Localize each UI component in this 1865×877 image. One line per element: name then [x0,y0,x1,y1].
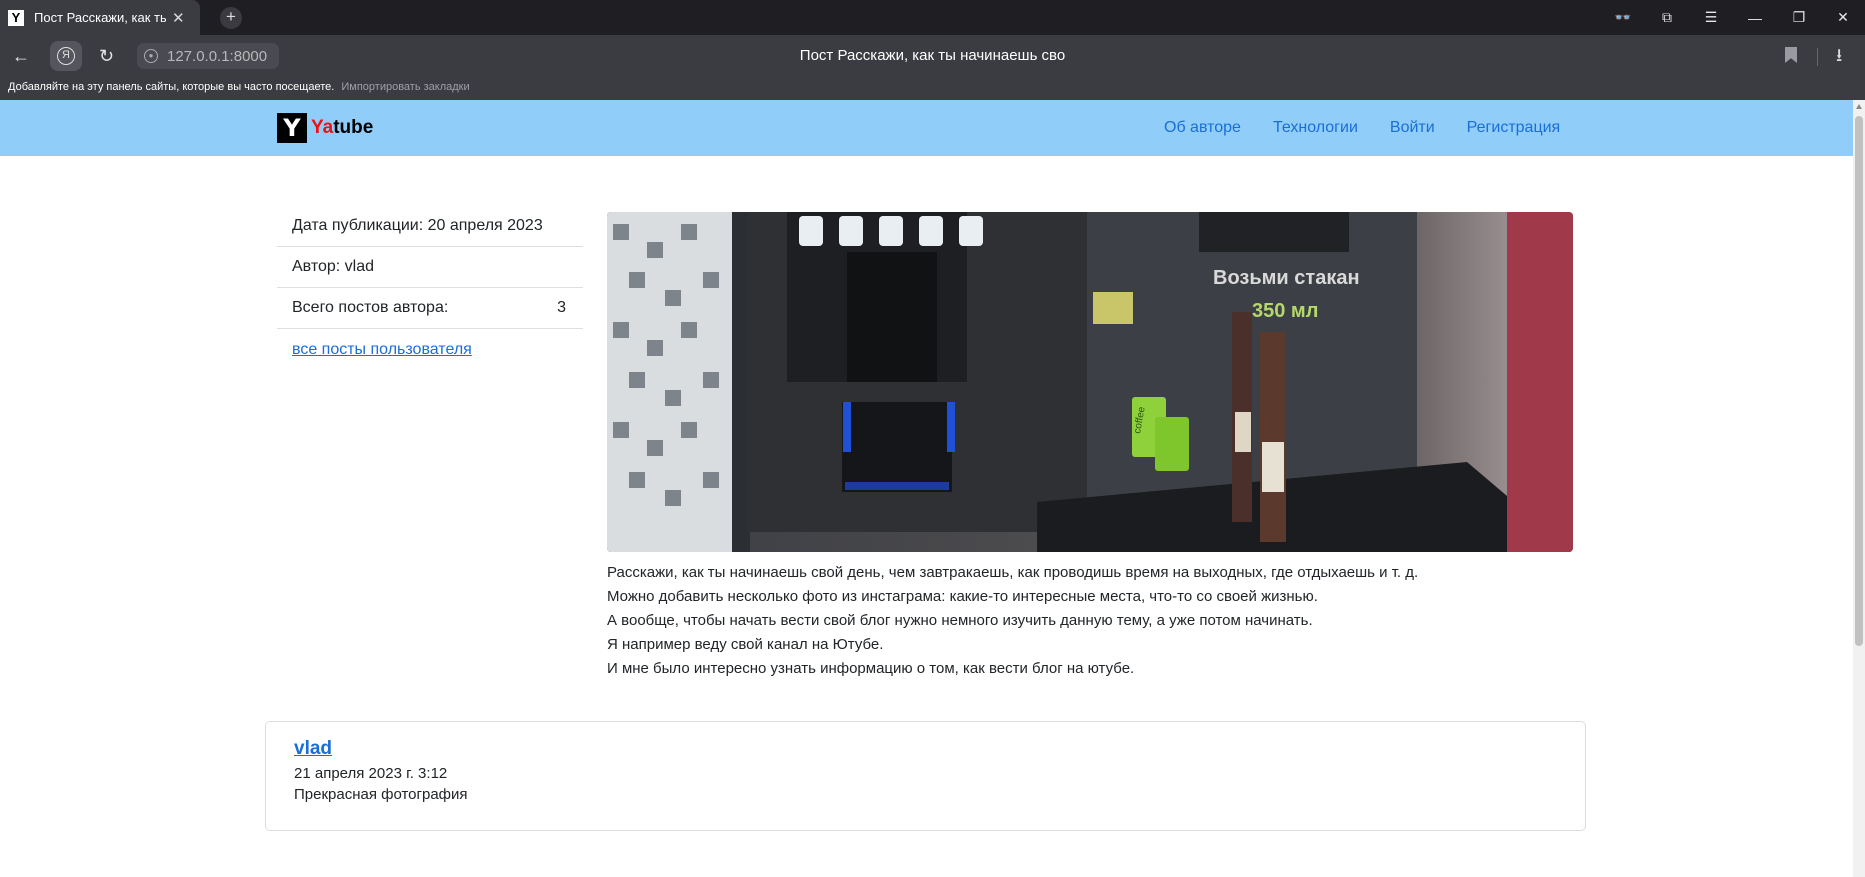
image-overlay-text: Возьми стакан [1213,267,1360,289]
window-controls: 👓 ⧉ ☰ — ❐ ✕ [1601,0,1865,35]
nav-link-about[interactable]: Об авторе [1164,119,1241,137]
nav-link-login[interactable]: Войти [1390,119,1435,137]
nav-link-signup[interactable]: Регистрация [1467,119,1561,137]
collections-icon[interactable]: ⧉ [1645,9,1689,26]
page-scrollbar[interactable] [1853,100,1865,877]
tab-close-icon[interactable]: ✕ [172,9,185,27]
bookmarks-hint: Добавляйте на эту панель сайты, которые … [8,81,335,93]
tab-title: Пост Расскажи, как ты [34,10,166,25]
nav-links: Об авторе Технологии Войти Регистрация [1164,119,1592,137]
browser-tab-bar: Y Пост Расскажи, как ты ✕ + 👓 ⧉ ☰ — ❐ ✕ [0,0,1865,35]
brand-suffix: tube [333,117,374,138]
comment-date: 21 апреля 2023 г. 3:12 [294,765,448,782]
post-text-line: Расскажи, как ты начинаешь свой день, че… [607,564,1419,581]
browser-tab[interactable]: Y Пост Расскажи, как ты ✕ [0,0,200,35]
comment-author-link[interactable]: vlad [294,738,332,759]
comment-text: Прекрасная фотография [294,786,468,803]
post-text-line: Можно добавить несколько фото из инстагр… [607,588,1318,605]
posts-count-label: Всего постов автора: [292,299,449,316]
address-bar: ← Я ↻ ● 127.0.0.1:8000 Пост Расскажи, ка… [0,35,1865,78]
post-text-line: Я например веду свой канал на Ютубе. [607,636,884,653]
post-text-line: А вообще, чтобы начать вести свой блог н… [607,612,1313,629]
brand-prefix: Ya [311,117,334,138]
restore-icon[interactable]: ❐ [1777,9,1821,26]
site-navbar: Y Yatube Об авторе Технологии Войти Реги… [0,100,1853,156]
nav-link-tech[interactable]: Технологии [1273,119,1358,137]
comment-card: vlad 21 апреля 2023 г. 3:12 Прекрасная ф… [265,721,1586,831]
page-viewport: Y Yatube Об авторе Технологии Войти Реги… [0,100,1853,877]
glasses-icon[interactable]: 👓 [1601,9,1645,26]
post-text: Расскажи, как ты начинаешь свой день, че… [607,561,1573,681]
image-overlay-volume: 350 мл [1252,300,1318,322]
minimize-icon[interactable]: — [1733,10,1777,26]
scrollbar-thumb[interactable] [1855,116,1863,646]
scroll-up-icon[interactable] [1856,104,1862,109]
all-posts-link[interactable]: все посты пользователя [292,341,472,359]
menu-icon[interactable]: ☰ [1689,9,1733,26]
brand-name: Yatube [311,117,373,139]
posts-count-value: 3 [557,299,566,316]
new-tab-button[interactable]: + [220,7,242,29]
page-title: Пост Расскажи, как ты начинаешь сво [799,47,1066,64]
brand-logo[interactable]: Y Yatube [277,113,373,143]
download-icon[interactable]: ⭳ [1836,43,1842,73]
author-posts-count: Всего постов автора: 3 [277,288,583,329]
pub-date: Дата публикации: 20 апреля 2023 [277,206,583,247]
comment-author: vlad [294,738,332,760]
close-icon[interactable]: ✕ [1821,9,1865,26]
toolbar-divider [1817,48,1818,66]
post-info-list: Дата публикации: 20 апреля 2023 Автор: v… [277,206,583,370]
site-favicon-icon: Y [8,9,24,26]
post-image: Возьми стакан 350 мл coffee [607,212,1573,552]
post-text-line: И мне было интересно узнать информацию о… [607,660,1135,677]
yatube-logo-icon: Y [277,113,307,143]
all-posts-row: все посты пользователя [277,329,583,370]
bookmarks-bar: Добавляйте на эту панель сайты, которые … [0,78,1865,100]
import-bookmarks-link[interactable]: Импортировать закладки [341,81,469,93]
post-author: Автор: vlad [277,247,583,288]
